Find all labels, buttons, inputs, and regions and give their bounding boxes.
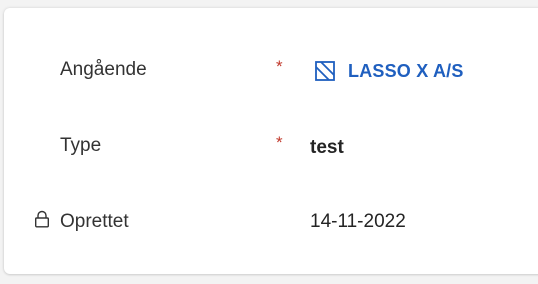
field-label-type: Type [60, 135, 102, 156]
required-indicator: * [276, 57, 283, 76]
form-section-card: Angående * LASSO X A/S Type * test Opret… [4, 8, 538, 274]
field-row-oprettet: Oprettet 14-11-2022 [4, 200, 538, 240]
field-label-oprettet: Oprettet [60, 211, 129, 232]
field-row-type: Type * test [4, 124, 538, 164]
field-row-angaaende: Angående * LASSO X A/S [4, 48, 538, 88]
field-label-angaaende: Angående [60, 59, 147, 80]
field-value-oprettet: 14-11-2022 [310, 211, 406, 232]
entity-record-icon [315, 61, 335, 81]
lookup-value-text: LASSO X A/S [348, 60, 464, 81]
field-value-type[interactable]: test [310, 137, 344, 159]
lock-icon [35, 210, 50, 228]
lookup-link-account[interactable]: LASSO X A/S [314, 59, 464, 83]
required-indicator: * [276, 133, 283, 152]
